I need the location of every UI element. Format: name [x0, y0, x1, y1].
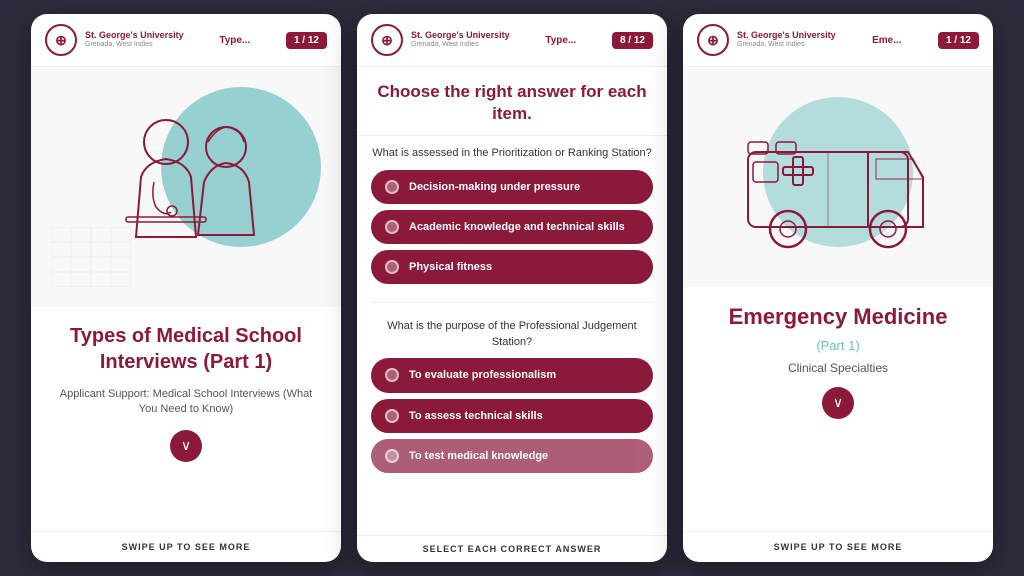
- answer-1-2-text: Academic knowledge and technical skills: [409, 220, 625, 234]
- card3-content: Emergency Medicine (Part 1) Clinical Spe…: [683, 287, 993, 531]
- card1-subtitle: Applicant Support: Medical School Interv…: [51, 387, 321, 418]
- chevron-down-icon: ∨: [181, 437, 191, 454]
- question-2-section: What is the purpose of the Professional …: [357, 309, 667, 485]
- card-3: ⊕ St. George's University Grenada, West …: [683, 14, 993, 562]
- answer-2-1-text: To evaluate professionalism: [409, 368, 556, 382]
- card3-header: ⊕ St. George's University Grenada, West …: [683, 14, 993, 67]
- cards-container: ⊕ St. George's University Grenada, West …: [0, 0, 1024, 576]
- card3-chevron-button[interactable]: ∨: [822, 387, 854, 419]
- brand-name-2: St. George's University: [411, 30, 510, 41]
- quiz-title: Choose the right answer for each item.: [373, 81, 651, 125]
- answer-1-1[interactable]: Decision-making under pressure: [371, 170, 653, 204]
- card1-header: ⊕ St. George's University Grenada, West …: [31, 14, 341, 67]
- brand-location: Grenada, West Indies: [85, 41, 184, 49]
- logo-icon-2: ⊕: [371, 24, 403, 56]
- brand-name-3: St. George's University: [737, 30, 836, 41]
- logo-text-area: St. George's University Grenada, West In…: [85, 30, 184, 49]
- answer-2-3[interactable]: To test medical knowledge: [371, 439, 653, 473]
- logo-icon: ⊕: [45, 24, 77, 56]
- card3-illustration-area: [683, 67, 993, 287]
- card2-header: ⊕ St. George's University Grenada, West …: [357, 14, 667, 67]
- card2-type-label: Type...: [545, 35, 576, 46]
- card2-body: Choose the right answer for each item. W…: [357, 67, 667, 535]
- card1-counter: 1 / 12: [286, 32, 327, 49]
- brand-location-3: Grenada, West Indies: [737, 41, 836, 49]
- radio-circle-icon-4: [385, 368, 399, 382]
- answer-1-1-text: Decision-making under pressure: [409, 180, 580, 194]
- answer-1-3-text: Physical fitness: [409, 260, 492, 274]
- answer-2-2-text: To assess technical skills: [409, 409, 543, 423]
- question-2-text: What is the purpose of the Professional …: [371, 319, 653, 350]
- ambulance-illustration: [728, 97, 948, 257]
- logo-text-area-3: St. George's University Grenada, West In…: [737, 30, 836, 49]
- card3-part-label: (Part 1): [816, 338, 859, 353]
- card3-title: Emergency Medicine: [729, 303, 948, 332]
- card1-chevron-button[interactable]: ∨: [170, 430, 202, 462]
- card-1: ⊕ St. George's University Grenada, West …: [31, 14, 341, 562]
- answer-2-2[interactable]: To assess technical skills: [371, 399, 653, 433]
- question-1-text: What is assessed in the Prioritization o…: [371, 146, 653, 161]
- card2-logo: ⊕ St. George's University Grenada, West …: [371, 24, 510, 56]
- answer-2-3-text: To test medical knowledge: [409, 449, 548, 463]
- card3-subtitle: Clinical Specialties: [788, 361, 888, 375]
- brand-name: St. George's University: [85, 30, 184, 41]
- section-divider: [371, 302, 653, 303]
- radio-circle-icon-6: [385, 449, 399, 463]
- logo-icon-3: ⊕: [697, 24, 729, 56]
- answer-2-1[interactable]: To evaluate professionalism: [371, 358, 653, 392]
- card-2: ⊕ St. George's University Grenada, West …: [357, 14, 667, 562]
- card1-content: Types of Medical School Interviews (Part…: [31, 307, 341, 531]
- card1-title: Types of Medical School Interviews (Part…: [51, 323, 321, 375]
- doctor-illustration: [86, 87, 286, 287]
- card3-counter: 1 / 12: [938, 32, 979, 49]
- card1-logo: ⊕ St. George's University Grenada, West …: [45, 24, 184, 56]
- radio-circle-icon-5: [385, 409, 399, 423]
- answer-1-3[interactable]: Physical fitness: [371, 250, 653, 284]
- radio-circle-icon-3: [385, 260, 399, 274]
- answer-1-2[interactable]: Academic knowledge and technical skills: [371, 210, 653, 244]
- radio-circle-icon-2: [385, 220, 399, 234]
- card1-swipe-text: SWIPE UP TO SEE MORE: [31, 531, 341, 562]
- brand-location-2: Grenada, West Indies: [411, 41, 510, 49]
- chevron-down-icon-3: ∨: [833, 394, 843, 411]
- card1-type-label: Type...: [219, 35, 250, 46]
- card3-type-label: Eme...: [872, 35, 901, 46]
- quiz-header: Choose the right answer for each item.: [357, 67, 667, 136]
- logo-text-area-2: St. George's University Grenada, West In…: [411, 30, 510, 49]
- card2-footer: SELECT EACH CORRECT ANSWER: [357, 535, 667, 562]
- card3-logo: ⊕ St. George's University Grenada, West …: [697, 24, 836, 56]
- card2-counter: 8 / 12: [612, 32, 653, 49]
- question-1-section: What is assessed in the Prioritization o…: [357, 136, 667, 296]
- radio-circle-icon: [385, 180, 399, 194]
- card1-illustration-area: [31, 67, 341, 307]
- card3-swipe-text: SWIPE UP TO SEE MORE: [683, 531, 993, 562]
